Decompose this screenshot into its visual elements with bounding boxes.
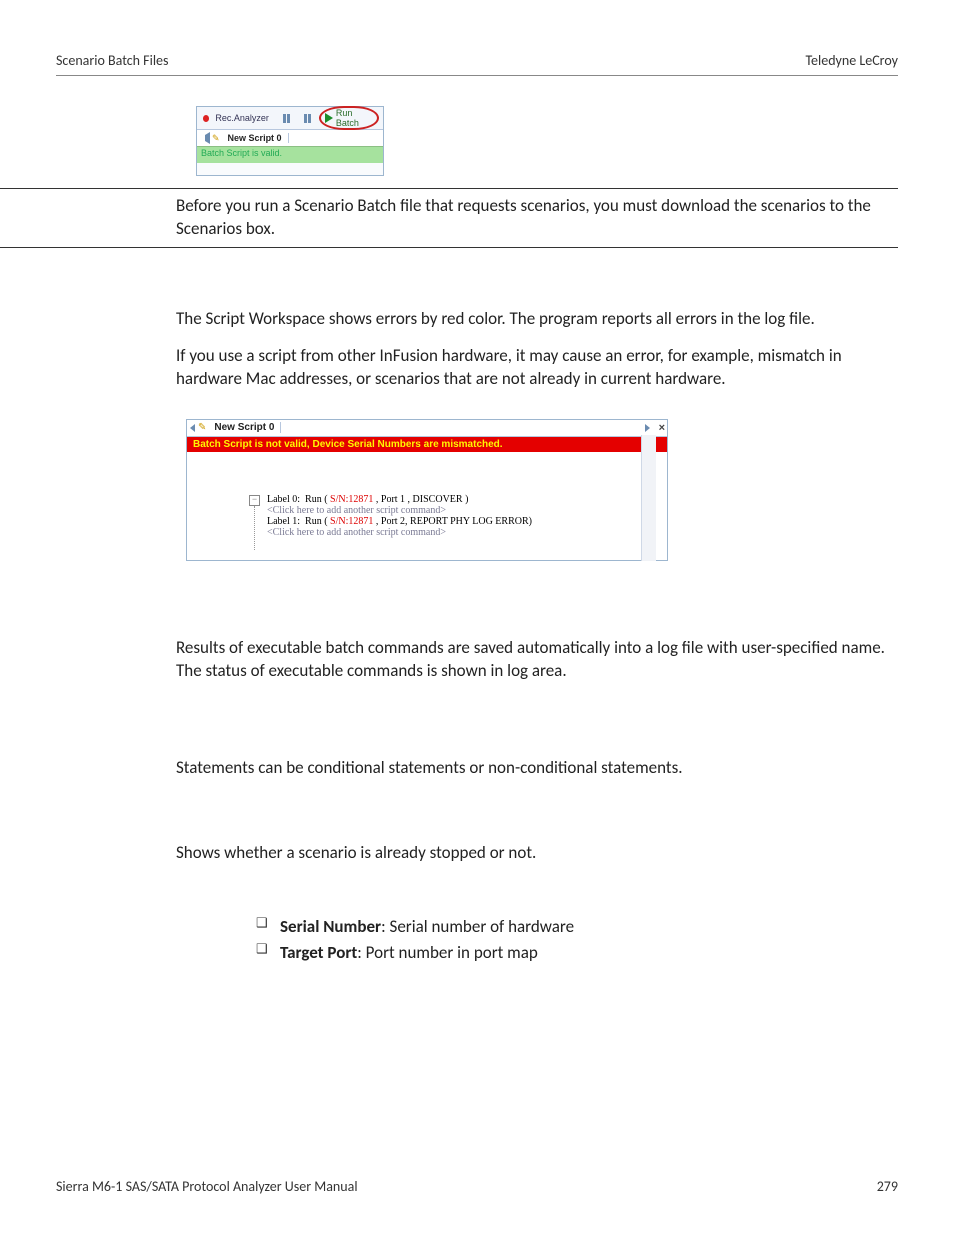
script-area: − Label 0: Run ( S/N:12871 , Port 1 , DI… (187, 488, 667, 560)
header-right: Teledyne LeCroy (805, 52, 898, 69)
serial-number-error: S/N:12871 (330, 494, 373, 505)
close-icon: × (659, 422, 665, 434)
note-text: Before you run a Scenario Batch file tha… (176, 195, 898, 241)
page-footer: Sierra M6-1 SAS/SATA Protocol Analyzer U… (56, 1178, 898, 1195)
toolbar-row: Rec.Analyzer Run Batch (197, 107, 383, 129)
left-arrow-icon (199, 132, 210, 144)
figure-error-screenshot: ✎ New Script 0 × Batch Script is not val… (186, 419, 668, 561)
pause-icon-2 (304, 114, 311, 123)
rec-analyzer-label: Rec.Analyzer (215, 113, 269, 123)
error-banner: Batch Script is not valid, Device Serial… (187, 437, 667, 452)
script-line: <Click here to add another script comman… (267, 505, 661, 516)
run-batch-highlighted: Run Batch (319, 106, 379, 130)
paragraph: Shows whether a scenario is already stop… (176, 842, 888, 865)
run-text: Run ( (305, 516, 330, 527)
note-block: Before you run a Scenario Batch file tha… (0, 188, 898, 248)
tab-bar: ✎ New Script 0 × (187, 420, 667, 437)
bullet-term: Target Port (280, 942, 357, 963)
script-line: <Click here to add another script comman… (267, 527, 661, 538)
tree-line (254, 506, 255, 550)
right-arrow-icon (645, 424, 650, 432)
page-content: Rec.Analyzer Run Batch ✎ New Script 0 Ba… (176, 106, 888, 176)
page-content-2: The Script Workspace shows errors by red… (176, 248, 888, 966)
status-bar-valid: Batch Script is valid. (197, 146, 383, 163)
paragraph: Results of executable batch commands are… (176, 637, 888, 683)
placeholder-text: <Click here to add another script comman… (267, 505, 446, 516)
run-text: Run ( (305, 494, 330, 505)
document-page: Scenario Batch Files Teledyne LeCroy Rec… (0, 0, 954, 1235)
paragraph: Statements can be conditional statements… (176, 757, 888, 780)
play-icon (325, 113, 333, 123)
script-line: Label 0: Run ( S/N:12871 , Port 1 , DISC… (267, 494, 661, 505)
left-arrow-icon (190, 424, 195, 432)
collapse-icon: − (249, 495, 260, 506)
pencil-icon: ✎ (198, 422, 206, 433)
page-header: Scenario Batch Files Teledyne LeCroy (56, 52, 898, 76)
blank-area (197, 163, 383, 175)
scrollbar (641, 435, 656, 561)
script-line: Label 1: Run ( S/N:12871 , Port 2, REPOR… (267, 516, 661, 527)
footer-left: Sierra M6-1 SAS/SATA Protocol Analyzer U… (56, 1178, 358, 1195)
figure-toolbar-screenshot: Rec.Analyzer Run Batch ✎ New Script 0 Ba… (196, 106, 384, 176)
pencil-icon: ✎ (212, 133, 220, 144)
bullet-term: Serial Number (280, 916, 381, 937)
run-batch-label: Run Batch (336, 108, 373, 128)
line-label: Label 0: (267, 494, 300, 505)
paragraph: The Script Workspace shows errors by red… (176, 308, 888, 331)
list-item: Serial Number: Serial number of hardware (256, 914, 888, 940)
bullet-desc: : Serial number of hardware (381, 916, 574, 937)
run-suffix: , Port 1 , DISCOVER ) (373, 494, 468, 505)
list-item: Target Port: Port number in port map (256, 940, 888, 966)
script-tab: New Script 0 (208, 422, 281, 433)
script-tab: New Script 0 (222, 133, 289, 143)
run-suffix: , Port 2, REPORT PHY LOG ERROR) (373, 516, 532, 527)
pause-icon (283, 114, 290, 123)
placeholder-text: <Click here to add another script comman… (267, 527, 446, 538)
bullet-desc: : Port number in port map (357, 942, 538, 963)
record-icon (203, 115, 209, 122)
tab-row: ✎ New Script 0 (197, 129, 383, 146)
header-left: Scenario Batch Files (56, 52, 168, 69)
footer-page-number: 279 (877, 1178, 898, 1195)
paragraph: If you use a script from other InFusion … (176, 345, 888, 391)
bullet-list: Serial Number: Serial number of hardware… (176, 914, 888, 965)
serial-number-error: S/N:12871 (330, 516, 373, 527)
line-label: Label 1: (267, 516, 300, 527)
blank-area (187, 452, 667, 488)
